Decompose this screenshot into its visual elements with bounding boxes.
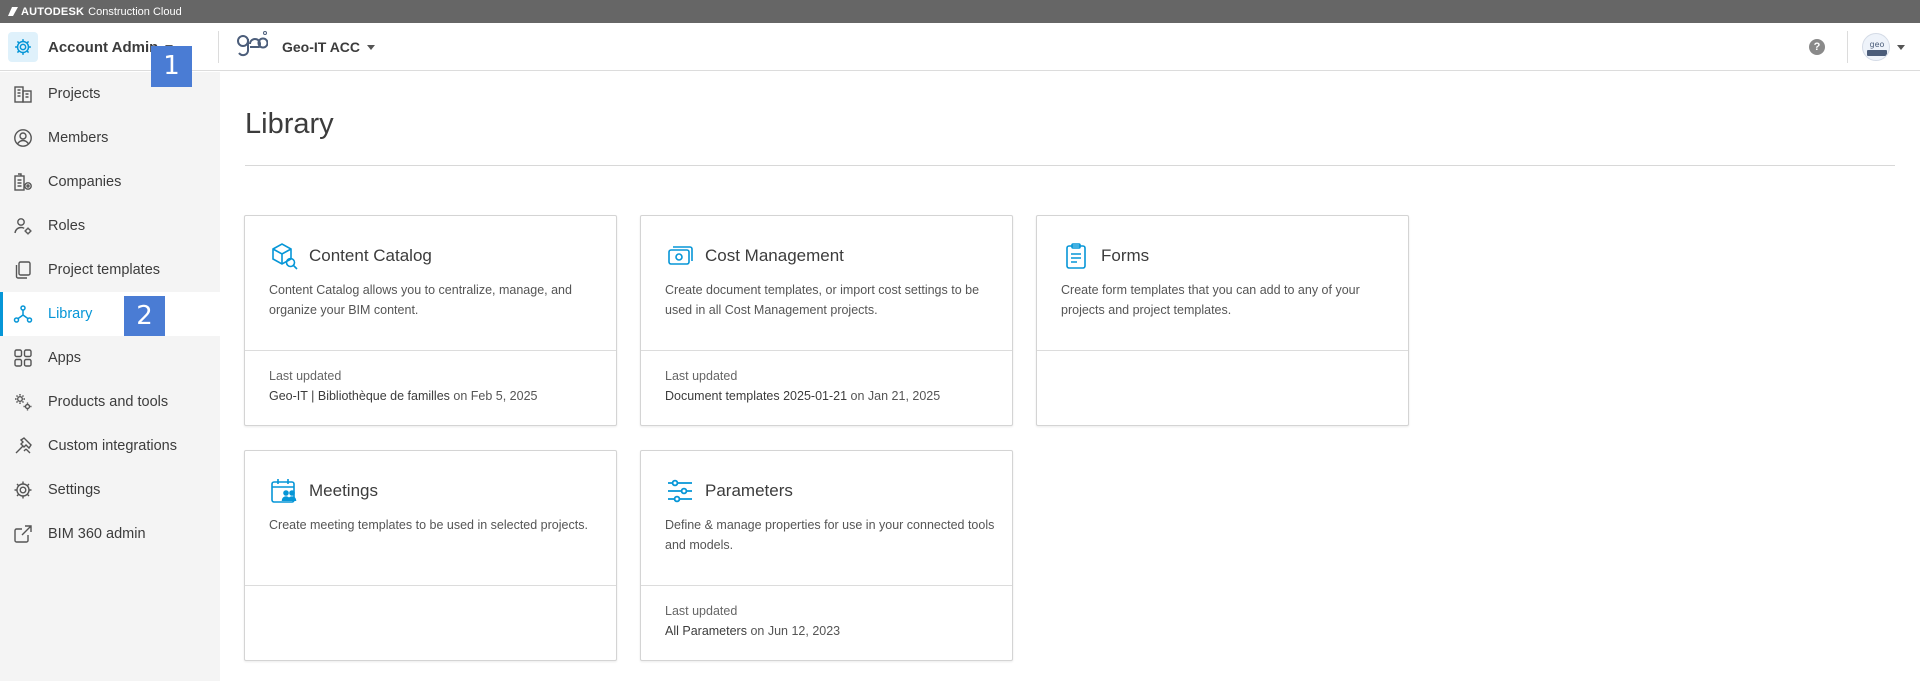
account-logo [237,31,268,57]
user-gear-icon [12,215,34,237]
module-label: Account Admin [48,38,159,56]
brand-name: AUTODESK [21,5,85,18]
library-card-parameters[interactable]: Parameters Define & manage properties fo… [640,450,1013,661]
sidebar-item-label: Members [48,130,109,146]
parameters-sliders-icon [665,476,695,506]
cost-management-icon [665,241,695,271]
sidebar-item-roles[interactable]: Roles [0,204,220,248]
gears-icon [12,391,34,413]
last-updated-item: All Parameters [665,624,747,638]
last-updated-label: Last updated [269,369,342,383]
sidebar-item-label: Custom integrations [48,438,177,454]
companies-icon [12,171,34,193]
card-header: Cost Management [665,241,844,271]
sidebar-item-label: Roles [48,218,86,234]
library-card-meetings[interactable]: Meetings Create meeting templates to be … [244,450,617,661]
external-link-icon [12,523,34,545]
sidebar-item-companies[interactable]: Companies [0,160,220,204]
callout-badge: 2 [124,296,165,336]
gear-icon [12,479,34,501]
last-updated-line: Document templates 2025-01-21 on Jan 21,… [665,389,940,403]
card-description: Content Catalog allows you to centralize… [269,283,572,317]
page-title: Library [245,108,334,140]
autodesk-logo-icon [8,7,18,16]
sidebar-item-label: Products and tools [48,394,169,410]
divider [1847,31,1848,63]
sidebar-item-bim360-admin[interactable]: BIM 360 admin [0,512,220,556]
divider [1037,350,1408,351]
sidebar-item-project-templates[interactable]: Project templates [0,248,220,292]
divider [641,585,1012,586]
sidebar-nav: Projects Members Companies Roles Project… [0,72,220,681]
sidebar-item-label: BIM 360 admin [48,526,146,542]
sidebar-item-settings[interactable]: Settings [0,468,220,512]
forms-clipboard-icon [1061,241,1091,271]
last-updated-item: Document templates 2025-01-21 [665,389,848,403]
card-description: Create document templates, or import cos… [665,283,980,317]
card-title: Cost Management [705,246,844,265]
last-updated-item: Geo-IT | Bibliothèque de familles [269,389,450,403]
card-description: Define & manage properties for use in yo… [665,518,995,552]
card-header: Parameters [665,476,793,506]
top-bar: Account Admin Geo-IT ACC ? geo [0,23,1920,71]
last-updated-line: All Parameters on Jun 12, 2023 [665,624,840,638]
help-icon[interactable]: ? [1809,39,1825,55]
user-circle-icon [12,127,34,149]
last-updated-label: Last updated [665,369,738,383]
main-content: Library Content Catalog Content Catalog … [220,72,1920,681]
content-catalog-icon [269,241,299,271]
chevron-down-icon [367,44,376,50]
last-updated-date: on Feb 5, 2025 [453,389,538,403]
card-title: Forms [1101,246,1150,265]
building-icon [12,83,34,105]
divider [641,350,1012,351]
sidebar-item-label: Projects [48,86,101,102]
apps-grid-icon [12,347,34,369]
copy-icon [12,259,34,281]
card-title: Parameters [705,481,793,500]
sidebar-item-library[interactable]: Library [0,292,220,336]
last-updated-date: on Jun 12, 2023 [750,624,841,638]
sidebar-item-products-and-tools[interactable]: Products and tools [0,380,220,424]
library-node-icon [12,303,34,325]
sidebar-item-apps[interactable]: Apps [0,336,220,380]
library-card-cost-management[interactable]: Cost Management Create document template… [640,215,1013,426]
card-description: Create form templates that you can add t… [1061,283,1360,317]
library-card-content-catalog[interactable]: Content Catalog Content Catalog allows y… [244,215,617,426]
sidebar-item-label: Companies [48,174,122,190]
account-label: Geo-IT ACC [282,39,361,55]
avatar: geo [1862,33,1890,61]
card-description: Create meeting templates to be used in s… [269,518,588,532]
callout-badge: 1 [151,46,192,87]
last-updated-date: on Jan 21, 2025 [850,389,941,403]
user-menu[interactable]: geo [1862,31,1905,63]
divider [245,165,1895,166]
gear-icon [8,32,38,62]
meetings-calendar-icon [269,476,299,506]
sidebar-item-label: Apps [48,350,82,366]
chevron-down-icon [1897,44,1905,50]
card-title: Meetings [309,481,378,500]
brand-product: Construction Cloud [88,5,182,18]
divider [245,585,616,586]
last-updated-label: Last updated [665,604,738,618]
sidebar-item-label: Library [48,306,93,322]
card-header: Meetings [269,476,378,506]
svg-text:geo: geo [1870,40,1885,49]
tools-icon [12,435,34,457]
sidebar-item-label: Project templates [48,262,161,278]
card-header: Forms [1061,241,1149,271]
library-card-forms[interactable]: Forms Create form templates that you can… [1036,215,1409,426]
sidebar-item-members[interactable]: Members [0,116,220,160]
card-title: Content Catalog [309,246,432,265]
module-switcher[interactable]: Account Admin [0,23,174,71]
last-updated-line: Geo-IT | Bibliothèque de familles on Feb… [269,389,537,403]
account-switcher[interactable]: Geo-IT ACC [282,23,376,71]
card-header: Content Catalog [269,241,432,271]
brand-bar: AUTODESK Construction Cloud [0,0,1920,23]
divider [245,350,616,351]
sidebar-item-custom-integrations[interactable]: Custom integrations [0,424,220,468]
divider [218,31,219,63]
sidebar-item-label: Settings [48,482,101,498]
